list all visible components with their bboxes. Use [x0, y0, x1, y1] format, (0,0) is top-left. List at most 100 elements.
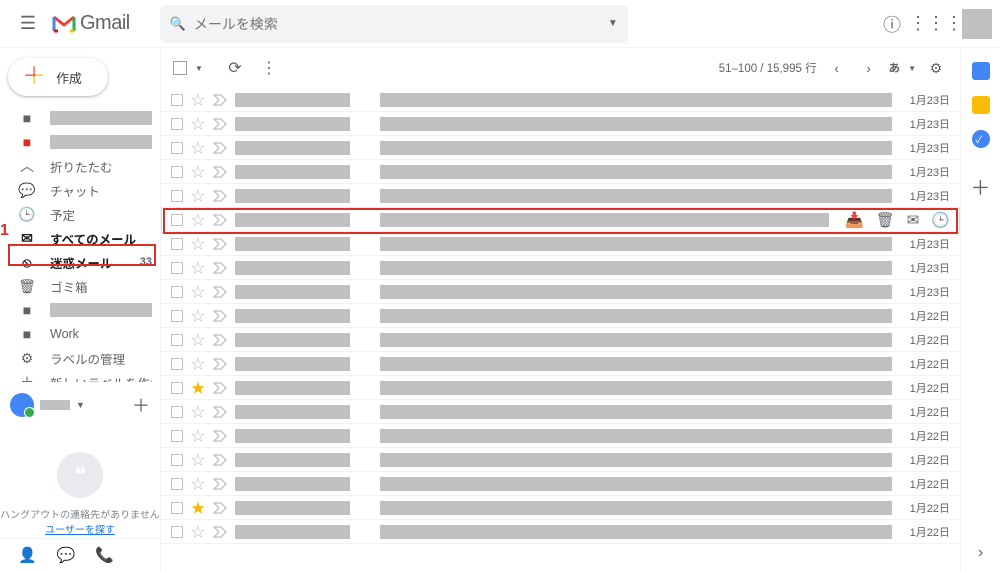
importance-icon[interactable]	[213, 190, 227, 202]
get-addons-icon[interactable]: ＋	[971, 172, 991, 201]
star-icon[interactable]: ☆	[191, 306, 205, 326]
apps-icon[interactable]: ⋮⋮⋮	[918, 6, 954, 42]
importance-icon[interactable]	[213, 526, 227, 538]
star-icon[interactable]: ☆	[191, 162, 205, 182]
star-icon[interactable]: ☆	[191, 282, 205, 302]
mail-row[interactable]: ☆1月22日	[161, 304, 960, 328]
sidebar-item-10[interactable]: ⚙ラベルの管理	[0, 346, 160, 370]
contacts-tab-icon[interactable]: 👤	[18, 546, 37, 564]
star-icon[interactable]: ☆	[191, 522, 205, 542]
row-checkbox[interactable]	[171, 118, 183, 130]
importance-icon[interactable]	[213, 334, 227, 346]
help-icon[interactable]: ⓘ	[874, 6, 910, 42]
star-icon[interactable]: ☆	[191, 426, 205, 446]
hangouts-tab-icon[interactable]: 💬	[57, 546, 76, 564]
importance-icon[interactable]	[213, 310, 227, 322]
row-checkbox[interactable]	[171, 358, 183, 370]
mail-row[interactable]: ☆1月22日	[161, 400, 960, 424]
row-checkbox[interactable]	[171, 382, 183, 394]
mail-row[interactable]: ★1月22日	[161, 376, 960, 400]
star-icon[interactable]: ☆	[191, 450, 205, 470]
star-icon[interactable]: ☆	[191, 114, 205, 134]
importance-icon[interactable]	[213, 502, 227, 514]
row-checkbox[interactable]	[171, 214, 183, 226]
row-checkbox[interactable]	[171, 430, 183, 442]
importance-icon[interactable]	[213, 214, 227, 226]
sidebar-item-4[interactable]: 🕒予定	[0, 202, 160, 226]
star-icon[interactable]: ☆	[191, 90, 205, 110]
star-icon[interactable]: ☆	[191, 402, 205, 422]
sidebar-item-1[interactable]: ■	[0, 130, 160, 154]
select-all-checkbox[interactable]	[173, 61, 187, 75]
calendar-addon-icon[interactable]	[972, 62, 990, 80]
ime-dropdown-icon[interactable]: ▼	[908, 64, 916, 73]
row-checkbox[interactable]	[171, 94, 183, 106]
sidebar-item-7[interactable]: 🗑ゴミ箱	[0, 274, 160, 298]
mail-row[interactable]: ☆1月23日	[161, 256, 960, 280]
delete-icon[interactable]: 🗑	[876, 211, 895, 229]
add-contact-icon[interactable]: ＋	[132, 392, 150, 418]
keep-addon-icon[interactable]	[972, 96, 990, 114]
star-icon[interactable]: ☆	[191, 234, 205, 254]
menu-icon[interactable]: ☰	[8, 4, 48, 44]
mail-row[interactable]: ☆1月22日	[161, 352, 960, 376]
row-checkbox[interactable]	[171, 166, 183, 178]
archive-icon[interactable]: 📥	[845, 211, 864, 229]
mark-read-icon[interactable]: ✉	[907, 211, 920, 229]
importance-icon[interactable]	[213, 382, 227, 394]
importance-icon[interactable]	[213, 358, 227, 370]
mail-row[interactable]: ☆1月22日	[161, 448, 960, 472]
row-checkbox[interactable]	[171, 238, 183, 250]
importance-icon[interactable]	[213, 406, 227, 418]
importance-icon[interactable]	[213, 238, 227, 250]
find-users-link[interactable]: ユーザーを探す	[45, 525, 115, 536]
mail-row[interactable]: ☆1月23日	[161, 280, 960, 304]
row-checkbox[interactable]	[171, 478, 183, 490]
tasks-addon-icon[interactable]	[972, 130, 990, 148]
mail-row[interactable]: ☆1月22日	[161, 328, 960, 352]
importance-icon[interactable]	[213, 262, 227, 274]
mail-row[interactable]: ☆1月22日	[161, 424, 960, 448]
row-checkbox[interactable]	[171, 406, 183, 418]
importance-icon[interactable]	[213, 142, 227, 154]
importance-icon[interactable]	[213, 94, 227, 106]
importance-icon[interactable]	[213, 286, 227, 298]
row-checkbox[interactable]	[171, 142, 183, 154]
importance-icon[interactable]	[213, 430, 227, 442]
star-icon[interactable]: ☆	[191, 354, 205, 374]
importance-icon[interactable]	[213, 166, 227, 178]
row-checkbox[interactable]	[171, 190, 183, 202]
phone-tab-icon[interactable]: 📞	[95, 546, 114, 564]
importance-icon[interactable]	[213, 118, 227, 130]
next-page-icon[interactable]: ›	[857, 60, 881, 76]
sidebar-item-0[interactable]: ■	[0, 106, 160, 130]
row-checkbox[interactable]	[171, 286, 183, 298]
settings-icon[interactable]: ⚙	[924, 60, 948, 77]
search-dropdown-icon[interactable]: ▼	[608, 18, 618, 29]
mail-row[interactable]: ☆1月23日	[161, 88, 960, 112]
mail-row[interactable]: ☆1月23日	[161, 184, 960, 208]
row-checkbox[interactable]	[171, 262, 183, 274]
prev-page-icon[interactable]: ‹	[825, 60, 849, 76]
mail-row[interactable]: ☆ 📥 🗑 ✉ 🕒	[161, 208, 960, 232]
mail-row[interactable]: ☆1月23日	[161, 232, 960, 256]
select-dropdown-icon[interactable]: ▼	[195, 64, 203, 73]
star-icon[interactable]: ☆	[191, 258, 205, 278]
gmail-logo[interactable]: Gmail	[52, 12, 130, 35]
account-avatar[interactable]	[962, 9, 992, 39]
star-icon[interactable]: ☆	[191, 330, 205, 350]
mail-row[interactable]: ☆1月23日	[161, 160, 960, 184]
ime-toggle[interactable]: あ	[889, 60, 901, 76]
refresh-icon[interactable]: ⟳	[221, 58, 249, 78]
row-checkbox[interactable]	[171, 502, 183, 514]
sidebar-item-11[interactable]: ＋新しいラベルを作成	[0, 370, 160, 381]
star-icon[interactable]: ★	[191, 378, 205, 398]
mail-row[interactable]: ☆1月23日	[161, 112, 960, 136]
more-icon[interactable]: ⋮	[255, 58, 283, 78]
collapse-panel-icon[interactable]: ›	[978, 544, 983, 562]
sidebar-item-2[interactable]: ︿折りたたむ	[0, 154, 160, 178]
importance-icon[interactable]	[213, 454, 227, 466]
sidebar-item-5[interactable]: ✉すべてのメール	[0, 226, 160, 250]
mail-row[interactable]: ☆1月22日	[161, 520, 960, 544]
star-icon[interactable]: ☆	[191, 186, 205, 206]
